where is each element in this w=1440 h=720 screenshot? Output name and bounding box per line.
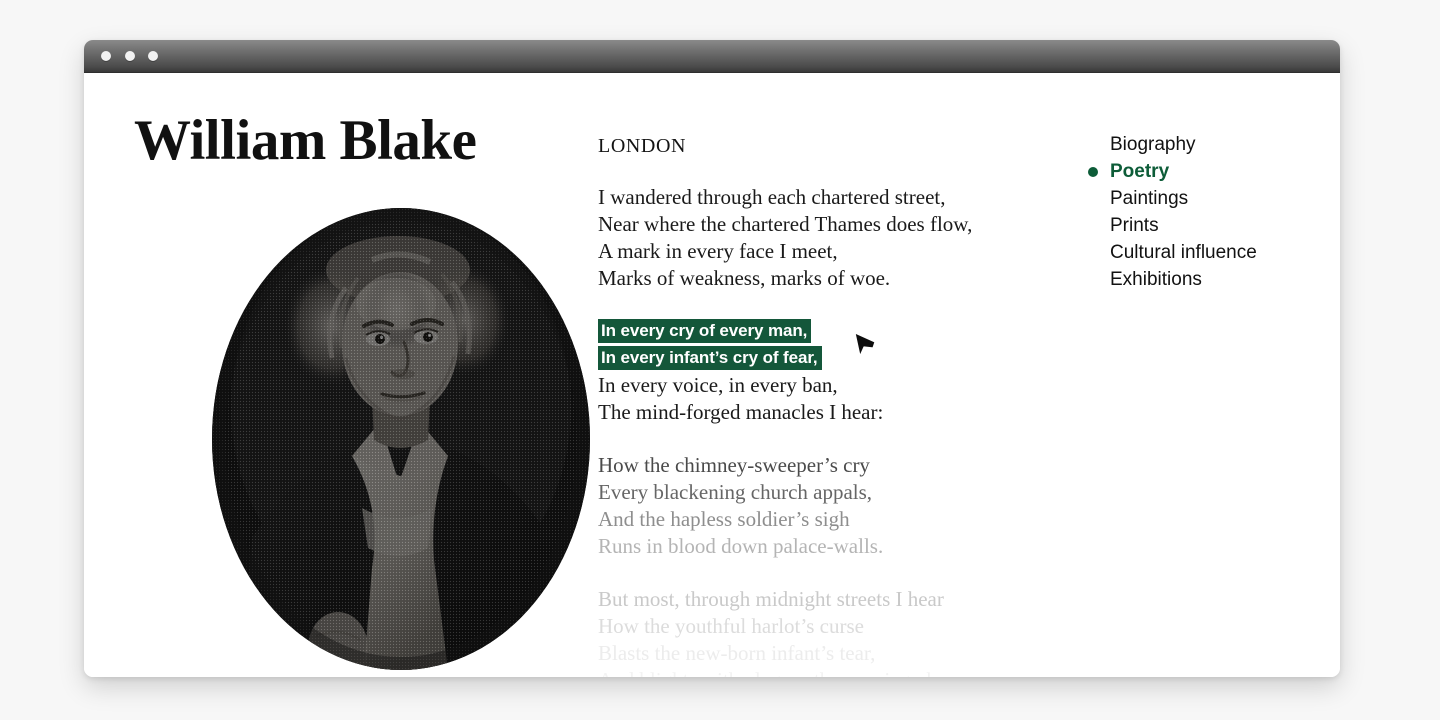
- selected-text-line[interactable]: In every cry of every man,: [598, 318, 1068, 345]
- poem-line: And the hapless soldier’s sigh: [598, 507, 850, 531]
- sidebar-item-label: Biography: [1110, 134, 1196, 155]
- poem-line: How the youthful harlot’s curse: [598, 614, 864, 638]
- poem-column: LONDON I wandered through each chartered…: [598, 73, 1068, 677]
- sidebar-item-cultural-influence[interactable]: Cultural influence: [1110, 239, 1320, 266]
- poem-stanza: But most, through midnight streets I hea…: [598, 586, 1068, 677]
- section-nav: Biography Poetry Paintings Prints Cultur…: [1088, 73, 1320, 293]
- sidebar-item-biography[interactable]: Biography: [1110, 131, 1320, 158]
- poem-line: A mark in every face I meet,: [598, 239, 838, 263]
- poem-line: The mind-forged manacles I hear:: [598, 400, 884, 424]
- maximize-window-button[interactable]: [148, 51, 158, 61]
- poem-line-highlighted[interactable]: In every infant’s cry of fear,: [598, 346, 822, 370]
- poem-line: Runs in blood down palace-walls.: [598, 534, 884, 558]
- sidebar-item-label: Cultural influence: [1110, 242, 1257, 263]
- sidebar-item-poetry[interactable]: Poetry: [1088, 158, 1320, 185]
- selected-text-line[interactable]: In every infant’s cry of fear,: [598, 345, 1068, 372]
- page-title: William Blake: [134, 109, 477, 172]
- minimize-window-button[interactable]: [125, 51, 135, 61]
- poem-line: Every blackening church appals,: [598, 480, 873, 504]
- active-bullet-icon: [1088, 167, 1098, 177]
- sidebar-item-prints[interactable]: Prints: [1110, 212, 1320, 239]
- poem-stanza: In every cry of every man, In every infa…: [598, 318, 1068, 426]
- poem-line: But most, through midnight streets I hea…: [598, 587, 944, 611]
- poem-line: How the chimney-sweeper’s cry: [598, 453, 870, 477]
- poem-line: I wandered through each chartered street…: [598, 185, 946, 209]
- left-column: William Blake: [134, 73, 604, 670]
- poem-line-highlighted[interactable]: In every cry of every man,: [598, 319, 812, 343]
- sidebar-item-label: Prints: [1110, 215, 1159, 236]
- close-window-button[interactable]: [101, 51, 111, 61]
- browser-window: William Blake LONDON I wandered through …: [84, 40, 1340, 677]
- poem-line: In every voice, in every ban,: [598, 373, 838, 397]
- poem-line: Marks of weakness, marks of woe.: [598, 266, 891, 290]
- poem-stanza: I wandered through each chartered street…: [598, 184, 1068, 292]
- sidebar-item-label: Exhibitions: [1110, 269, 1202, 290]
- poem-line: And blights with plagues the marriage-he…: [598, 667, 1068, 677]
- poem-heading: LONDON: [598, 135, 687, 157]
- poem-line: Near where the chartered Thames does flo…: [598, 212, 973, 236]
- sidebar-item-paintings[interactable]: Paintings: [1110, 185, 1320, 212]
- page-body: William Blake LONDON I wandered through …: [84, 73, 1340, 677]
- portrait-frame: [212, 208, 590, 670]
- portrait-image: [212, 208, 590, 670]
- poem-line: Blasts the new-born infant’s tear,: [598, 641, 876, 665]
- sidebar-item-label: Poetry: [1110, 161, 1170, 182]
- sidebar-item-label: Paintings: [1110, 188, 1189, 209]
- poem-stanza: How the chimney-sweeper’s cry Every blac…: [598, 452, 1068, 560]
- window-title-bar: [84, 40, 1340, 73]
- sidebar-item-exhibitions[interactable]: Exhibitions: [1110, 266, 1320, 293]
